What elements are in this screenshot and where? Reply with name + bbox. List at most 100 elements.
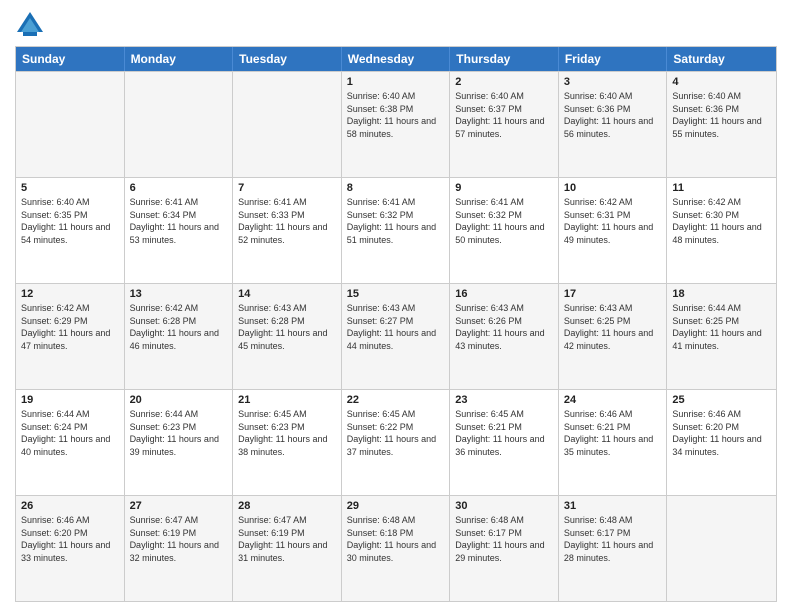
calendar-cell-1-2: 7 Sunrise: 6:41 AM Sunset: 6:33 PM Daylig…: [233, 178, 342, 283]
cell-info: Sunrise: 6:44 AM Sunset: 6:25 PM Dayligh…: [672, 302, 771, 352]
cell-info: Sunrise: 6:48 AM Sunset: 6:17 PM Dayligh…: [455, 514, 553, 564]
cell-info: Sunrise: 6:47 AM Sunset: 6:19 PM Dayligh…: [238, 514, 336, 564]
calendar-cell-3-0: 19 Sunrise: 6:44 AM Sunset: 6:24 PM Dayli…: [16, 390, 125, 495]
cell-info: Sunrise: 6:46 AM Sunset: 6:21 PM Dayligh…: [564, 408, 662, 458]
calendar-body: 1 Sunrise: 6:40 AM Sunset: 6:38 PM Daylig…: [16, 71, 776, 601]
day-number: 5: [21, 182, 119, 194]
calendar-cell-0-4: 2 Sunrise: 6:40 AM Sunset: 6:37 PM Daylig…: [450, 72, 559, 177]
day-number: 30: [455, 500, 553, 512]
cell-info: Sunrise: 6:48 AM Sunset: 6:17 PM Dayligh…: [564, 514, 662, 564]
day-number: 10: [564, 182, 662, 194]
calendar-cell-1-6: 11 Sunrise: 6:42 AM Sunset: 6:30 PM Dayli…: [667, 178, 776, 283]
calendar-row-1: 5 Sunrise: 6:40 AM Sunset: 6:35 PM Daylig…: [16, 177, 776, 283]
calendar-cell-4-4: 30 Sunrise: 6:48 AM Sunset: 6:17 PM Dayli…: [450, 496, 559, 601]
calendar-cell-4-0: 26 Sunrise: 6:46 AM Sunset: 6:20 PM Dayli…: [16, 496, 125, 601]
cell-info: Sunrise: 6:43 AM Sunset: 6:27 PM Dayligh…: [347, 302, 445, 352]
day-number: 8: [347, 182, 445, 194]
calendar-cell-1-1: 6Sunrise: 6:41 AM Sunset: 6:34 PM Daylig…: [125, 178, 234, 283]
day-number: 21: [238, 394, 336, 406]
day-number: 13: [130, 288, 228, 300]
weekday-header-monday: Monday: [125, 47, 234, 71]
day-number: 6: [130, 182, 228, 194]
day-number: 11: [672, 182, 771, 194]
logo: [15, 10, 49, 40]
calendar-cell-2-6: 18 Sunrise: 6:44 AM Sunset: 6:25 PM Dayli…: [667, 284, 776, 389]
calendar-cell-2-1: 13 Sunrise: 6:42 AM Sunset: 6:28 PM Dayli…: [125, 284, 234, 389]
calendar-cell-1-3: 8 Sunrise: 6:41 AM Sunset: 6:32 PM Daylig…: [342, 178, 451, 283]
cell-info: Sunrise: 6:42 AM Sunset: 6:29 PM Dayligh…: [21, 302, 119, 352]
calendar-cell-4-2: 28 Sunrise: 6:47 AM Sunset: 6:19 PM Dayli…: [233, 496, 342, 601]
day-number: 24: [564, 394, 662, 406]
page: SundayMondayTuesdayWednesdayThursdayFrid…: [0, 0, 792, 612]
cell-info: Sunrise: 6:42 AM Sunset: 6:28 PM Dayligh…: [130, 302, 228, 352]
calendar-cell-3-2: 21 Sunrise: 6:45 AM Sunset: 6:23 PM Dayli…: [233, 390, 342, 495]
calendar-cell-3-6: 25Sunrise: 6:46 AM Sunset: 6:20 PM Dayli…: [667, 390, 776, 495]
cell-info: Sunrise: 6:47 AM Sunset: 6:19 PM Dayligh…: [130, 514, 228, 564]
calendar-cell-3-3: 22Sunrise: 6:45 AM Sunset: 6:22 PM Dayli…: [342, 390, 451, 495]
day-number: 23: [455, 394, 553, 406]
day-number: 29: [347, 500, 445, 512]
cell-info: Sunrise: 6:40 AM Sunset: 6:36 PM Dayligh…: [672, 90, 771, 140]
weekday-header-tuesday: Tuesday: [233, 47, 342, 71]
calendar-cell-4-3: 29Sunrise: 6:48 AM Sunset: 6:18 PM Dayli…: [342, 496, 451, 601]
cell-info: Sunrise: 6:41 AM Sunset: 6:32 PM Dayligh…: [347, 196, 445, 246]
calendar-row-3: 19 Sunrise: 6:44 AM Sunset: 6:24 PM Dayli…: [16, 389, 776, 495]
cell-info: Sunrise: 6:41 AM Sunset: 6:32 PM Dayligh…: [455, 196, 553, 246]
cell-info: Sunrise: 6:40 AM Sunset: 6:35 PM Dayligh…: [21, 196, 119, 246]
calendar-cell-3-5: 24 Sunrise: 6:46 AM Sunset: 6:21 PM Dayli…: [559, 390, 668, 495]
day-number: 7: [238, 182, 336, 194]
day-number: 14: [238, 288, 336, 300]
cell-info: Sunrise: 6:41 AM Sunset: 6:33 PM Dayligh…: [238, 196, 336, 246]
cell-info: Sunrise: 6:44 AM Sunset: 6:24 PM Dayligh…: [21, 408, 119, 458]
day-number: 28: [238, 500, 336, 512]
cell-info: Sunrise: 6:46 AM Sunset: 6:20 PM Dayligh…: [21, 514, 119, 564]
day-number: 1: [347, 76, 445, 88]
calendar-row-0: 1 Sunrise: 6:40 AM Sunset: 6:38 PM Daylig…: [16, 71, 776, 177]
calendar-cell-4-1: 27 Sunrise: 6:47 AM Sunset: 6:19 PM Dayli…: [125, 496, 234, 601]
day-number: 15: [347, 288, 445, 300]
calendar-cell-3-1: 20 Sunrise: 6:44 AM Sunset: 6:23 PM Dayli…: [125, 390, 234, 495]
day-number: 31: [564, 500, 662, 512]
cell-info: Sunrise: 6:45 AM Sunset: 6:22 PM Dayligh…: [347, 408, 445, 458]
calendar-cell-0-5: 3 Sunrise: 6:40 AM Sunset: 6:36 PM Daylig…: [559, 72, 668, 177]
day-number: 27: [130, 500, 228, 512]
cell-info: Sunrise: 6:40 AM Sunset: 6:37 PM Dayligh…: [455, 90, 553, 140]
calendar-cell-4-6: [667, 496, 776, 601]
cell-info: Sunrise: 6:40 AM Sunset: 6:38 PM Dayligh…: [347, 90, 445, 140]
weekday-header-sunday: Sunday: [16, 47, 125, 71]
calendar-cell-1-5: 10 Sunrise: 6:42 AM Sunset: 6:31 PM Dayli…: [559, 178, 668, 283]
weekday-header-thursday: Thursday: [450, 47, 559, 71]
calendar-cell-3-4: 23Sunrise: 6:45 AM Sunset: 6:21 PM Dayli…: [450, 390, 559, 495]
day-number: 4: [672, 76, 771, 88]
day-number: 19: [21, 394, 119, 406]
day-number: 18: [672, 288, 771, 300]
cell-info: Sunrise: 6:44 AM Sunset: 6:23 PM Dayligh…: [130, 408, 228, 458]
calendar: SundayMondayTuesdayWednesdayThursdayFrid…: [15, 46, 777, 602]
cell-info: Sunrise: 6:42 AM Sunset: 6:30 PM Dayligh…: [672, 196, 771, 246]
day-number: 9: [455, 182, 553, 194]
calendar-cell-2-0: 12 Sunrise: 6:42 AM Sunset: 6:29 PM Dayli…: [16, 284, 125, 389]
day-number: 2: [455, 76, 553, 88]
calendar-cell-2-3: 15 Sunrise: 6:43 AM Sunset: 6:27 PM Dayli…: [342, 284, 451, 389]
logo-icon: [15, 10, 45, 40]
day-number: 3: [564, 76, 662, 88]
calendar-cell-0-2: [233, 72, 342, 177]
day-number: 16: [455, 288, 553, 300]
calendar-row-2: 12 Sunrise: 6:42 AM Sunset: 6:29 PM Dayli…: [16, 283, 776, 389]
weekday-header-wednesday: Wednesday: [342, 47, 451, 71]
calendar-row-4: 26 Sunrise: 6:46 AM Sunset: 6:20 PM Dayli…: [16, 495, 776, 601]
calendar-header-row: SundayMondayTuesdayWednesdayThursdayFrid…: [16, 47, 776, 71]
calendar-cell-0-1: [125, 72, 234, 177]
calendar-cell-1-4: 9 Sunrise: 6:41 AM Sunset: 6:32 PM Daylig…: [450, 178, 559, 283]
calendar-cell-0-6: 4 Sunrise: 6:40 AM Sunset: 6:36 PM Daylig…: [667, 72, 776, 177]
day-number: 26: [21, 500, 119, 512]
cell-info: Sunrise: 6:45 AM Sunset: 6:23 PM Dayligh…: [238, 408, 336, 458]
calendar-cell-0-0: [16, 72, 125, 177]
cell-info: Sunrise: 6:40 AM Sunset: 6:36 PM Dayligh…: [564, 90, 662, 140]
cell-info: Sunrise: 6:43 AM Sunset: 6:28 PM Dayligh…: [238, 302, 336, 352]
calendar-cell-1-0: 5 Sunrise: 6:40 AM Sunset: 6:35 PM Daylig…: [16, 178, 125, 283]
calendar-cell-2-2: 14 Sunrise: 6:43 AM Sunset: 6:28 PM Dayli…: [233, 284, 342, 389]
cell-info: Sunrise: 6:42 AM Sunset: 6:31 PM Dayligh…: [564, 196, 662, 246]
day-number: 12: [21, 288, 119, 300]
day-number: 20: [130, 394, 228, 406]
